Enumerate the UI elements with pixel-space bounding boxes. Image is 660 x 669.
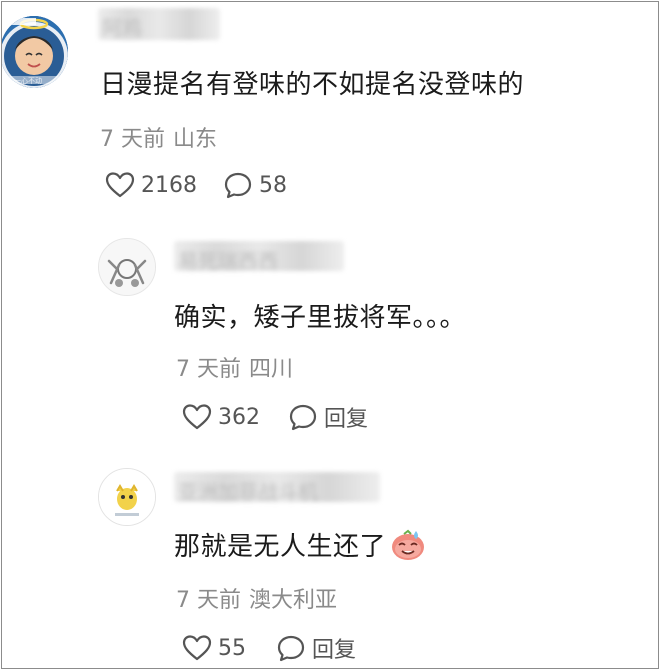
comment-text: 那就是无人生还了	[174, 526, 426, 568]
heart-icon	[105, 172, 135, 198]
comment-text: 确实，矮子里拔将军。。。	[174, 303, 467, 333]
reply-count: 58	[259, 172, 287, 198]
reply-button[interactable]: 回复	[288, 401, 368, 433]
comment-bubble-icon	[289, 404, 317, 431]
username[interactable]: 易死瑞西西	[174, 241, 344, 273]
comment-time: 7 天前	[176, 588, 241, 613]
comment-location: 四川	[249, 357, 294, 382]
comment-item: 一心不动 阿鸡 日漫提名有登味的不如提名没登味的 7 天前 山东 2168 58	[2, 2, 658, 217]
comment-item: 易死瑞西西 确实，矮子里拔将军。。。 7 天前 四川 362 回复	[2, 217, 658, 437]
avatar[interactable]: 一心不动	[2, 16, 68, 88]
username[interactable]: 阿鸡	[98, 8, 220, 40]
reply-label: 回复	[324, 407, 369, 432]
like-button[interactable]: 55	[182, 634, 246, 662]
comment-time: 7 天前	[100, 127, 165, 152]
like-count: 362	[218, 404, 260, 430]
comment-time: 7 天前	[176, 357, 241, 382]
comment-actions: 55 回复	[182, 632, 356, 664]
avatar-image	[99, 239, 155, 295]
avatar[interactable]	[98, 238, 156, 296]
like-button[interactable]: 362	[182, 403, 260, 431]
comment-meta: 7 天前 澳大利亚	[176, 582, 337, 614]
heart-icon	[182, 404, 212, 430]
comment-actions: 2168 58	[105, 171, 287, 199]
like-count: 55	[218, 635, 246, 661]
comment-actions: 362 回复	[182, 401, 368, 433]
comment-text-body: 那就是无人生还了	[174, 532, 387, 562]
reply-label: 回复	[312, 638, 357, 663]
avatar-image	[99, 469, 155, 525]
comment-location: 澳大利亚	[249, 588, 338, 613]
comment-meta: 7 天前 四川	[176, 351, 293, 383]
sweat-smile-emoji-icon	[390, 529, 426, 568]
reply-button[interactable]: 58	[223, 171, 287, 199]
comment-bubble-icon	[277, 635, 305, 662]
comment-location: 山东	[173, 127, 218, 152]
comment-item: 亚洲加菲战斗机 那就是无人生还了 7 天前 澳大利亚 55 回复	[2, 452, 658, 668]
comment-thread: 一心不动 阿鸡 日漫提名有登味的不如提名没登味的 7 天前山东 2168 58	[1, 1, 659, 669]
reply-button[interactable]: 回复	[276, 632, 356, 664]
comment-text: 日漫提名有登味的不如提名没登味的	[100, 70, 525, 100]
avatar[interactable]	[98, 468, 156, 526]
like-count: 2168	[141, 172, 197, 198]
heart-icon	[182, 635, 212, 661]
username[interactable]: 亚洲加菲战斗机	[174, 472, 380, 504]
comment-bubble-icon	[224, 172, 252, 199]
comment-meta: 7 天前 山东	[100, 121, 217, 153]
avatar-caption: 一心不动	[14, 77, 42, 85]
like-button[interactable]: 2168	[105, 171, 197, 199]
